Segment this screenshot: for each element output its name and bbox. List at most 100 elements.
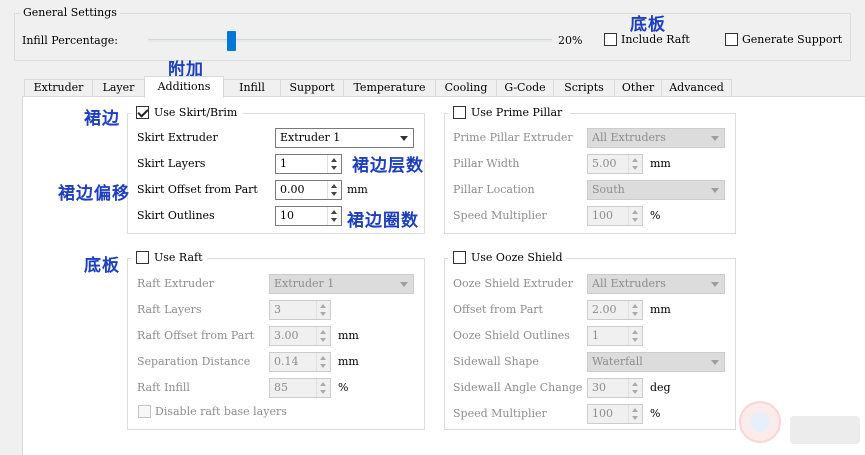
- spin-buttons[interactable]: [316, 301, 330, 319]
- spin-down-icon[interactable]: [331, 192, 337, 196]
- raft-layers-spinner[interactable]: 3: [269, 300, 331, 320]
- skirt-offset-unit: mm: [347, 183, 368, 196]
- ooze-speed-multiplier-unit: %: [650, 407, 661, 420]
- skirt-outlines-spinner[interactable]: 10: [275, 206, 342, 226]
- spin-up-icon[interactable]: [632, 210, 638, 214]
- spin-buttons[interactable]: [327, 181, 341, 199]
- generate-support-checkbox[interactable]: [725, 33, 738, 46]
- spin-down-icon[interactable]: [632, 416, 638, 420]
- spin-up-icon[interactable]: [632, 304, 638, 308]
- pillar-width-unit: mm: [650, 157, 671, 170]
- spin-down-icon[interactable]: [632, 218, 638, 222]
- ooze-speed-multiplier-spinner[interactable]: 100: [587, 404, 643, 424]
- spin-down-icon[interactable]: [632, 166, 638, 170]
- spin-buttons[interactable]: [316, 327, 330, 345]
- include-raft-checkbox[interactable]: [604, 33, 617, 46]
- spin-buttons[interactable]: [628, 207, 642, 225]
- spin-up-icon[interactable]: [331, 158, 337, 162]
- raft-offset-spinner[interactable]: 3.00: [269, 326, 331, 346]
- spin-up-icon[interactable]: [331, 184, 337, 188]
- tab-g-code[interactable]: G-Code: [496, 79, 554, 97]
- spin-up-icon[interactable]: [632, 408, 638, 412]
- spin-buttons[interactable]: [628, 405, 642, 423]
- tab-extruder[interactable]: Extruder: [24, 79, 93, 97]
- use-ooze-shield-label: Use Ooze Shield: [471, 251, 563, 265]
- raft-layers-label: Raft Layers: [137, 303, 202, 316]
- tab-additions[interactable]: Additions: [144, 76, 224, 98]
- pillar-width-spinner[interactable]: 5.00: [587, 154, 643, 174]
- tab-layer[interactable]: Layer: [92, 79, 145, 97]
- tab-temperature[interactable]: Temperature: [343, 79, 436, 97]
- skirt-extruder-select[interactable]: Extruder 1: [275, 128, 414, 148]
- use-ooze-shield-checkbox[interactable]: [453, 251, 466, 264]
- spin-up-icon[interactable]: [320, 356, 326, 360]
- spin-down-icon[interactable]: [331, 166, 337, 170]
- infill-slider-thumb[interactable]: [227, 31, 236, 51]
- spin-up-icon[interactable]: [320, 330, 326, 334]
- raft-infill-value: 85: [274, 381, 288, 394]
- spin-up-icon[interactable]: [632, 382, 638, 386]
- spin-buttons[interactable]: [628, 379, 642, 397]
- spin-up-icon[interactable]: [632, 158, 638, 162]
- spin-up-icon[interactable]: [331, 210, 337, 214]
- spin-down-icon[interactable]: [320, 390, 326, 394]
- prime-speed-multiplier-spinner[interactable]: 100: [587, 206, 643, 226]
- raft-offset-unit: mm: [338, 329, 359, 342]
- tab-cooling[interactable]: Cooling: [435, 79, 497, 97]
- spin-down-icon[interactable]: [632, 390, 638, 394]
- skirt-layers-label: Skirt Layers: [137, 157, 206, 170]
- use-raft-checkbox[interactable]: [136, 251, 149, 264]
- sidewall-angle-spinner[interactable]: 30: [587, 378, 643, 398]
- spin-up-icon[interactable]: [632, 330, 638, 334]
- ooze-outlines-spinner[interactable]: 1: [587, 326, 643, 346]
- spin-down-icon[interactable]: [320, 338, 326, 342]
- disable-raft-base-label: Disable raft base layers: [155, 405, 287, 418]
- sidewall-shape-select[interactable]: Waterfall: [587, 352, 725, 372]
- disable-raft-base-checkbox[interactable]: [138, 405, 151, 418]
- spin-buttons[interactable]: [316, 379, 330, 397]
- tab-support[interactable]: Support: [280, 79, 344, 97]
- spin-buttons[interactable]: [628, 155, 642, 173]
- spin-buttons[interactable]: [316, 353, 330, 371]
- ooze-shield-extruder-select[interactable]: All Extruders: [587, 274, 725, 294]
- skirt-layers-spinner[interactable]: 1: [275, 154, 342, 174]
- separation-distance-spinner[interactable]: 0.14: [269, 352, 331, 372]
- separation-distance-value: 0.14: [274, 355, 299, 368]
- raft-infill-spinner[interactable]: 85: [269, 378, 331, 398]
- annotation-raft-top: 底板: [630, 15, 666, 35]
- ooze-offset-spinner[interactable]: 2.00: [587, 300, 643, 320]
- spin-buttons[interactable]: [628, 301, 642, 319]
- sidewall-angle-label: Sidewall Angle Change: [453, 381, 583, 394]
- separation-distance-label: Separation Distance: [137, 355, 251, 368]
- use-prime-pillar-checkbox[interactable]: [453, 106, 466, 119]
- generate-support-label: Generate Support: [742, 33, 843, 46]
- spin-up-icon[interactable]: [320, 304, 326, 308]
- skirt-extruder-label: Skirt Extruder: [137, 131, 218, 144]
- tab-other[interactable]: Other: [614, 79, 662, 97]
- spin-down-icon[interactable]: [331, 218, 337, 222]
- prime-pillar-extruder-value: All Extruders: [592, 131, 666, 144]
- use-skirt-brim-checkbox[interactable]: [136, 106, 149, 119]
- pillar-width-label: Pillar Width: [453, 157, 520, 170]
- annotation-skirt-offset: 裙边偏移: [58, 184, 130, 204]
- spin-down-icon[interactable]: [632, 312, 638, 316]
- tab-scripts[interactable]: Scripts: [553, 79, 615, 97]
- spin-buttons[interactable]: [327, 155, 341, 173]
- infill-slider[interactable]: [148, 31, 552, 51]
- skirt-offset-value: 0.00: [280, 183, 305, 196]
- spin-down-icon[interactable]: [320, 312, 326, 316]
- spin-down-icon[interactable]: [320, 364, 326, 368]
- spin-down-icon[interactable]: [632, 338, 638, 342]
- spin-up-icon[interactable]: [320, 382, 326, 386]
- prime-pillar-extruder-select[interactable]: All Extruders: [587, 128, 725, 148]
- spin-buttons[interactable]: [327, 207, 341, 225]
- pillar-location-select[interactable]: South: [587, 180, 725, 200]
- ooze-shield-extruder-value: All Extruders: [592, 277, 666, 290]
- tab-advanced[interactable]: Advanced: [661, 79, 732, 97]
- tab-infill[interactable]: Infill: [223, 79, 281, 97]
- skirt-offset-spinner[interactable]: 0.00: [275, 180, 342, 200]
- raft-extruder-label: Raft Extruder: [137, 277, 214, 290]
- raft-extruder-select[interactable]: Extruder 1: [269, 274, 414, 294]
- general-settings-title: General Settings: [20, 6, 120, 19]
- spin-buttons[interactable]: [628, 327, 642, 345]
